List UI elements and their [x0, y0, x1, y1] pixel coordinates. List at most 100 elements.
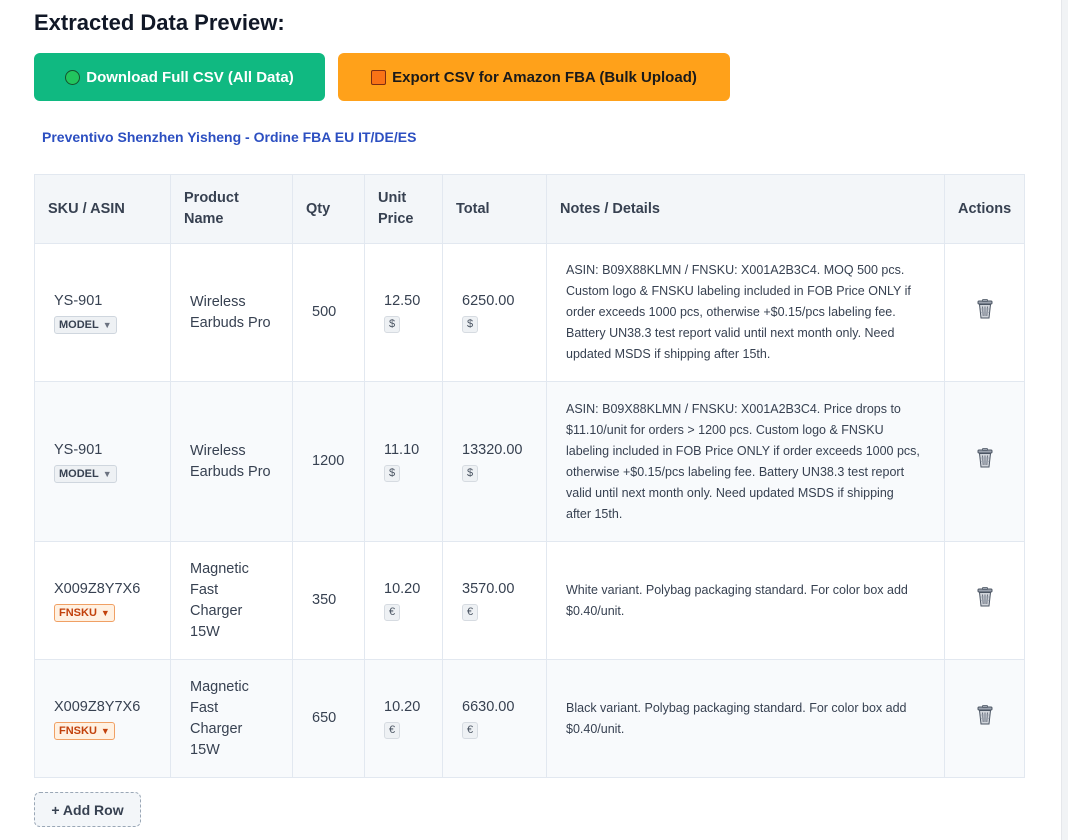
- header-sku: SKU / ASIN: [34, 174, 171, 244]
- product-name-line: 15W: [190, 741, 220, 758]
- unit-price-value: 10.20: [384, 699, 421, 715]
- total-value: 13320.00: [462, 442, 523, 458]
- qty-cell[interactable]: 1200: [292, 381, 365, 542]
- notes-line: $0.40/unit.: [566, 721, 625, 736]
- download-full-csv-label: Download Full CSV (All Data): [86, 68, 294, 86]
- scrollbar-track[interactable]: [1061, 0, 1068, 840]
- sku-value[interactable]: YS-901: [54, 291, 170, 312]
- notes-text: ASIN: B09X88KLMN / FNSKU: X001A2B3C4. MO…: [566, 260, 944, 365]
- download-full-csv-button[interactable]: Download Full CSV (All Data): [34, 53, 325, 101]
- notes-line: Black variant. Polybag packaging standar…: [566, 700, 907, 715]
- page-title: Extracted Data Preview:: [34, 10, 285, 35]
- header-actions: Actions: [944, 174, 1025, 244]
- product-name-cell[interactable]: Wireless Earbuds Pro: [170, 381, 293, 542]
- sku-type-dropdown[interactable]: FNSKU ▼: [54, 603, 115, 622]
- currency-badge: $: [384, 316, 401, 333]
- notes-cell[interactable]: ASIN: B09X88KLMN / FNSKU: X001A2B3C4. MO…: [546, 243, 945, 382]
- caret-down-icon: ▼: [100, 725, 110, 736]
- header-total: Total: [442, 174, 547, 244]
- notes-line: Battery UN38.3 test report valid until n…: [566, 326, 895, 340]
- product-name-line: Wireless: [190, 442, 246, 459]
- notes-line: otherwise +$0.15/pcs labeling fee. Batte…: [566, 464, 905, 479]
- currency-badge: $: [384, 465, 401, 482]
- trash-icon[interactable]: [976, 299, 994, 326]
- notes-cell[interactable]: Black variant. Polybag packaging standar…: [546, 659, 945, 778]
- product-name-line: Magnetic: [190, 678, 249, 695]
- total-cell[interactable]: 13320.00 $: [442, 381, 547, 542]
- add-row-button[interactable]: + Add Row: [34, 792, 141, 827]
- currency-badge: $: [462, 316, 479, 333]
- trash-icon[interactable]: [976, 587, 994, 614]
- header-product-name: Product Name: [170, 174, 293, 244]
- caret-down-icon: ▼: [102, 319, 112, 330]
- currency-badge: €: [462, 722, 479, 739]
- product-name-line: Magnetic: [190, 560, 249, 577]
- total-cell[interactable]: 6630.00 €: [442, 659, 547, 778]
- notes-line: updated MSDS if shipping after 15th.: [566, 347, 771, 361]
- unit-price-cell[interactable]: 11.10 $: [364, 381, 443, 542]
- product-name-line: Charger: [190, 720, 243, 737]
- notes-line: labeling included in FOB Price ONLY if o…: [566, 443, 920, 458]
- currency-badge: €: [384, 604, 401, 621]
- export-amazon-fba-button[interactable]: Export CSV for Amazon FBA (Bulk Upload): [338, 53, 730, 101]
- notes-line: order exceeds 1000 pcs, otherwise +$0.15…: [566, 305, 896, 319]
- sku-type-label: FNSKU: [59, 724, 97, 737]
- sku-value[interactable]: YS-901: [54, 440, 170, 461]
- extracted-data-table: SKU / ASIN Product Name Qty Unit Price Tot…: [34, 174, 1025, 778]
- export-amazon-fba-label: Export CSV for Amazon FBA (Bulk Upload): [392, 68, 697, 86]
- qty-value: 650: [312, 710, 337, 726]
- currency-badge: €: [462, 604, 479, 621]
- quote-title: Preventivo Shenzhen Yisheng - Ordine FBA…: [42, 129, 417, 145]
- sku-type-label: FNSKU: [59, 606, 97, 619]
- product-name-cell[interactable]: Magnetic Fast Charger 15W: [170, 659, 293, 778]
- unit-price-value: 11.10: [384, 442, 420, 458]
- product-name-line: Earbuds Pro: [190, 314, 271, 331]
- sku-value[interactable]: X009Z8Y7X6: [54, 579, 170, 600]
- actions-cell: [944, 659, 1025, 778]
- qty-cell[interactable]: 350: [292, 541, 365, 660]
- sku-value[interactable]: X009Z8Y7X6: [54, 697, 170, 718]
- sku-type-dropdown[interactable]: MODEL ▼: [54, 315, 117, 334]
- trash-icon[interactable]: [976, 705, 994, 732]
- notes-line: $0.40/unit.: [566, 603, 625, 618]
- product-name-cell[interactable]: Magnetic Fast Charger 15W: [170, 541, 293, 660]
- qty-cell[interactable]: 500: [292, 243, 365, 382]
- notes-cell[interactable]: ASIN: B09X88KLMN / FNSKU: X001A2B3C4. Pr…: [546, 381, 945, 542]
- notes-text: ASIN: B09X88KLMN / FNSKU: X001A2B3C4. Pr…: [566, 399, 944, 525]
- table-header-row: SKU / ASIN Product Name Qty Unit Price Tot…: [34, 174, 1025, 244]
- product-name-line: Wireless: [190, 293, 246, 310]
- sku-type-dropdown[interactable]: MODEL ▼: [54, 464, 117, 483]
- actions-cell: [944, 243, 1025, 382]
- notes-line: White variant. Polybag packaging standar…: [566, 582, 908, 597]
- table-row: YS-901 MODEL ▼ Wireless Earbuds Pro 1200 1…: [34, 381, 1025, 542]
- caret-down-icon: ▼: [100, 607, 110, 618]
- qty-cell[interactable]: 650: [292, 659, 365, 778]
- notes-line: Custom logo & FNSKU labeling included in…: [566, 284, 911, 298]
- currency-badge: $: [462, 465, 479, 482]
- sku-type-dropdown[interactable]: FNSKU ▼: [54, 721, 115, 740]
- total-value: 6250.00: [462, 293, 515, 309]
- header-unit-price: Unit Price: [364, 174, 443, 244]
- notes-text: Black variant. Polybag packaging standar…: [566, 698, 944, 740]
- table-row: YS-901 MODEL ▼ Wireless Earbuds Pro 500 12…: [34, 243, 1025, 382]
- notes-text: White variant. Polybag packaging standar…: [566, 580, 944, 622]
- unit-price-value: 10.20: [384, 581, 421, 597]
- unit-price-cell[interactable]: 12.50 $: [364, 243, 443, 382]
- orange-square-icon: [371, 69, 387, 85]
- unit-price-cell[interactable]: 10.20 €: [364, 659, 443, 778]
- total-cell[interactable]: 6250.00 $: [442, 243, 547, 382]
- product-name-cell[interactable]: Wireless Earbuds Pro: [170, 243, 293, 382]
- notes-cell[interactable]: White variant. Polybag packaging standar…: [546, 541, 945, 660]
- product-name-line: Fast: [190, 581, 219, 598]
- total-cell[interactable]: 3570.00 €: [442, 541, 547, 660]
- product-name-line: 15W: [190, 623, 220, 640]
- total-value: 6630.00: [462, 699, 515, 715]
- sku-cell: X009Z8Y7X6 FNSKU ▼: [34, 659, 171, 778]
- notes-line: valid until next month only. Need update…: [566, 485, 894, 500]
- product-name-line: Charger: [190, 602, 243, 619]
- qty-value: 350: [312, 592, 337, 608]
- actions-cell: [944, 541, 1025, 660]
- unit-price-cell[interactable]: 10.20 €: [364, 541, 443, 660]
- trash-icon[interactable]: [976, 448, 994, 475]
- qty-value: 500: [312, 304, 337, 320]
